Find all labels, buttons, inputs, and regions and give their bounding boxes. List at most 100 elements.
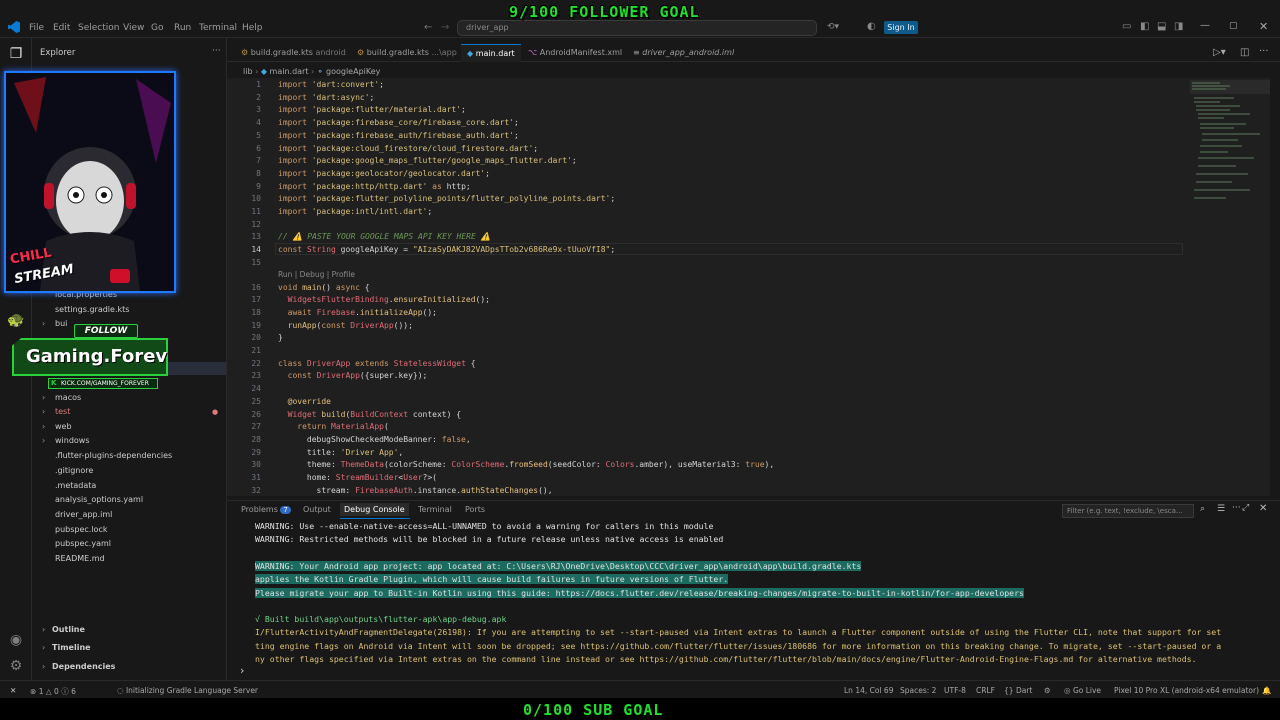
code-line: import 'package:intl/intl.dart';	[278, 207, 433, 216]
close-panel-icon[interactable]: ✕	[1259, 503, 1267, 514]
account-icon[interactable]: ◐	[867, 21, 876, 32]
problems-indicator[interactable]: ⊗ 1 △ 0 ⓘ 6	[30, 686, 76, 697]
toggle-secondary-sidebar-icon[interactable]: ◨	[1174, 21, 1183, 32]
tab-driver-app-android-iml[interactable]: ≡ driver_app_android.iml	[627, 44, 740, 62]
menu-run[interactable]: Run	[174, 23, 191, 33]
outline-section[interactable]: Outline	[52, 625, 85, 634]
search-icon[interactable]: ⌕	[1200, 504, 1205, 514]
file-tree-item[interactable]: analysis_options.yaml	[40, 495, 220, 508]
code-line: Widget build(BuildContext context) {	[287, 409, 462, 419]
file-tree-item[interactable]: .gitignore	[40, 466, 220, 479]
code-lens[interactable]: Run | Debug | Profile	[278, 270, 355, 279]
timeline-section[interactable]: Timeline	[52, 643, 91, 652]
back-arrow-icon[interactable]: ←	[424, 22, 432, 33]
file-tree-item[interactable]: driver_app.iml	[40, 510, 220, 523]
toggle-panel-icon[interactable]: ⬓	[1157, 21, 1166, 32]
console-filter-input[interactable]: Filter (e.g. text, !exclude, \esca...	[1062, 504, 1194, 518]
maximize-panel-icon[interactable]: ⤢	[1242, 503, 1249, 513]
file-tree-item[interactable]: › web	[40, 422, 220, 435]
tab-label: AndroidManifest.xml	[539, 48, 623, 57]
copilot-icon[interactable]: ⟲▾	[827, 22, 839, 32]
maximize-icon[interactable]: ▢	[1229, 21, 1238, 31]
file-tree-item[interactable]: settings.gradle.kts	[40, 305, 220, 318]
minimap[interactable]	[1190, 78, 1270, 496]
minimize-icon[interactable]: —	[1200, 20, 1210, 31]
forward-arrow-icon[interactable]: →	[441, 22, 449, 33]
line-number: 11	[251, 207, 261, 216]
close-window-icon[interactable]: ✕	[1259, 20, 1268, 33]
tab-output[interactable]: Output	[303, 505, 331, 514]
gradle-task-status[interactable]: ◌ Initializing Gradle Language Server	[117, 686, 258, 695]
more-actions-icon[interactable]: ···	[212, 46, 221, 56]
menu-file[interactable]: File	[29, 23, 44, 33]
command-center-search[interactable]: driver_app	[457, 20, 817, 36]
account-circle-icon[interactable]: ◉	[6, 630, 26, 650]
cursor-position[interactable]: Ln 14, Col 69	[844, 686, 893, 695]
file-tree-item[interactable]: pubspec.lock	[40, 525, 220, 538]
info-count: 6	[71, 687, 76, 696]
explorer-icon[interactable]: ❐	[6, 44, 26, 64]
more-tab-actions-icon[interactable]: ···	[1259, 46, 1269, 57]
menu-terminal[interactable]: Terminal	[199, 23, 237, 33]
console-prompt-icon[interactable]: ›	[240, 664, 244, 677]
notifications-bell-icon[interactable]: 🔔	[1262, 686, 1271, 695]
menu-go[interactable]: Go	[151, 23, 163, 33]
clear-console-icon[interactable]: ☰	[1217, 504, 1225, 514]
folder-chevron-icon: ›	[42, 422, 46, 431]
remote-icon[interactable]: ✕	[10, 686, 16, 695]
panel-more-icon[interactable]: ···	[1232, 503, 1241, 513]
dart-devtools-icon[interactable]: ⚙	[1044, 686, 1051, 695]
file-tree-item[interactable]: .metadata	[40, 481, 220, 494]
code-line: import 'package:google_maps_flutter/goog…	[278, 156, 577, 166]
go-live-button[interactable]: ◎ Go Live	[1064, 686, 1101, 695]
file-tree-item[interactable]: pubspec.yaml	[40, 539, 220, 552]
breadcrumb-file[interactable]: main.dart	[270, 67, 309, 76]
console-line-text: WARNING: Restricted methods will be bloc…	[255, 534, 724, 544]
webcam-overlay: CHILL STREAM	[4, 71, 176, 293]
encoding[interactable]: UTF-8	[944, 686, 966, 695]
line-ending[interactable]: CRLF	[976, 686, 995, 695]
toggle-sidebar-icon[interactable]: ◧	[1140, 21, 1149, 32]
file-tree-item[interactable]: › windows	[40, 436, 220, 449]
layout-toggle-icon[interactable]: ▭	[1122, 21, 1131, 32]
split-editor-icon[interactable]: ◫	[1240, 47, 1249, 58]
tab-build-gradle-app[interactable]: ⚙ build.gradle.kts ...\app	[351, 44, 463, 62]
channel-name: Gaming.Foreve	[26, 346, 180, 367]
file-tree-item[interactable]: .flutter-plugins-dependencies	[40, 451, 220, 464]
run-dropdown-icon[interactable]: ▷▾	[1213, 47, 1226, 58]
tab-android-manifest[interactable]: ⌥ AndroidManifest.xml	[522, 44, 628, 62]
tab-debug-console[interactable]: Debug Console	[340, 503, 409, 516]
line-number: 8	[256, 168, 261, 178]
line-number: 2	[256, 92, 261, 102]
code-line: import 'package:http/http.dart' as http;	[278, 181, 471, 191]
code-line: import 'package:firebase_auth/firebase_a…	[278, 130, 519, 140]
braces-icon: {}	[1004, 686, 1014, 695]
tab-main-dart[interactable]: ◆ main.dart	[461, 44, 521, 62]
console-line-text: √ Built build\app\outputs\flutter-apk\ap…	[255, 614, 507, 624]
tab-terminal[interactable]: Terminal	[418, 505, 452, 514]
file-tree-item[interactable]: README.md	[40, 554, 220, 567]
dependencies-section[interactable]: Dependencies	[52, 662, 115, 671]
sign-in-button[interactable]: Sign In	[884, 21, 918, 34]
file-tree-item-label: windows	[55, 436, 90, 445]
tab-problems[interactable]: Problems 7	[241, 505, 291, 514]
tab-build-gradle-android[interactable]: ⚙ build.gradle.kts android	[235, 44, 352, 62]
language-mode[interactable]: {} Dart	[1004, 686, 1032, 695]
breadcrumb-lib[interactable]: lib	[243, 67, 253, 76]
code-editor[interactable]: 1 import 'dart:convert'; 2 import 'dart:asy…	[227, 78, 1190, 496]
menu-selection[interactable]: Selection	[78, 23, 119, 33]
file-tree-item[interactable]: › test	[40, 407, 220, 420]
menu-edit[interactable]: Edit	[53, 23, 70, 33]
settings-gear-icon[interactable]: ⚙	[6, 656, 26, 676]
indentation[interactable]: Spaces: 2	[900, 686, 936, 695]
breadcrumb-symbol[interactable]: googleApiKey	[326, 67, 380, 76]
file-tree-item-label: pubspec.lock	[55, 525, 108, 534]
tab-ports[interactable]: Ports	[465, 505, 485, 514]
device-selector[interactable]: Pixel 10 Pro XL (android-x64 emulator)	[1114, 686, 1259, 695]
code-line: const String googleApiKey = "AIzaSyDAKJ8…	[278, 245, 616, 255]
vscode-logo-icon[interactable]	[8, 21, 20, 33]
menu-help[interactable]: Help	[242, 23, 263, 33]
kick-logo-icon: K	[51, 379, 57, 387]
search-text: driver_app	[466, 23, 509, 32]
menu-view[interactable]: View	[123, 23, 144, 33]
